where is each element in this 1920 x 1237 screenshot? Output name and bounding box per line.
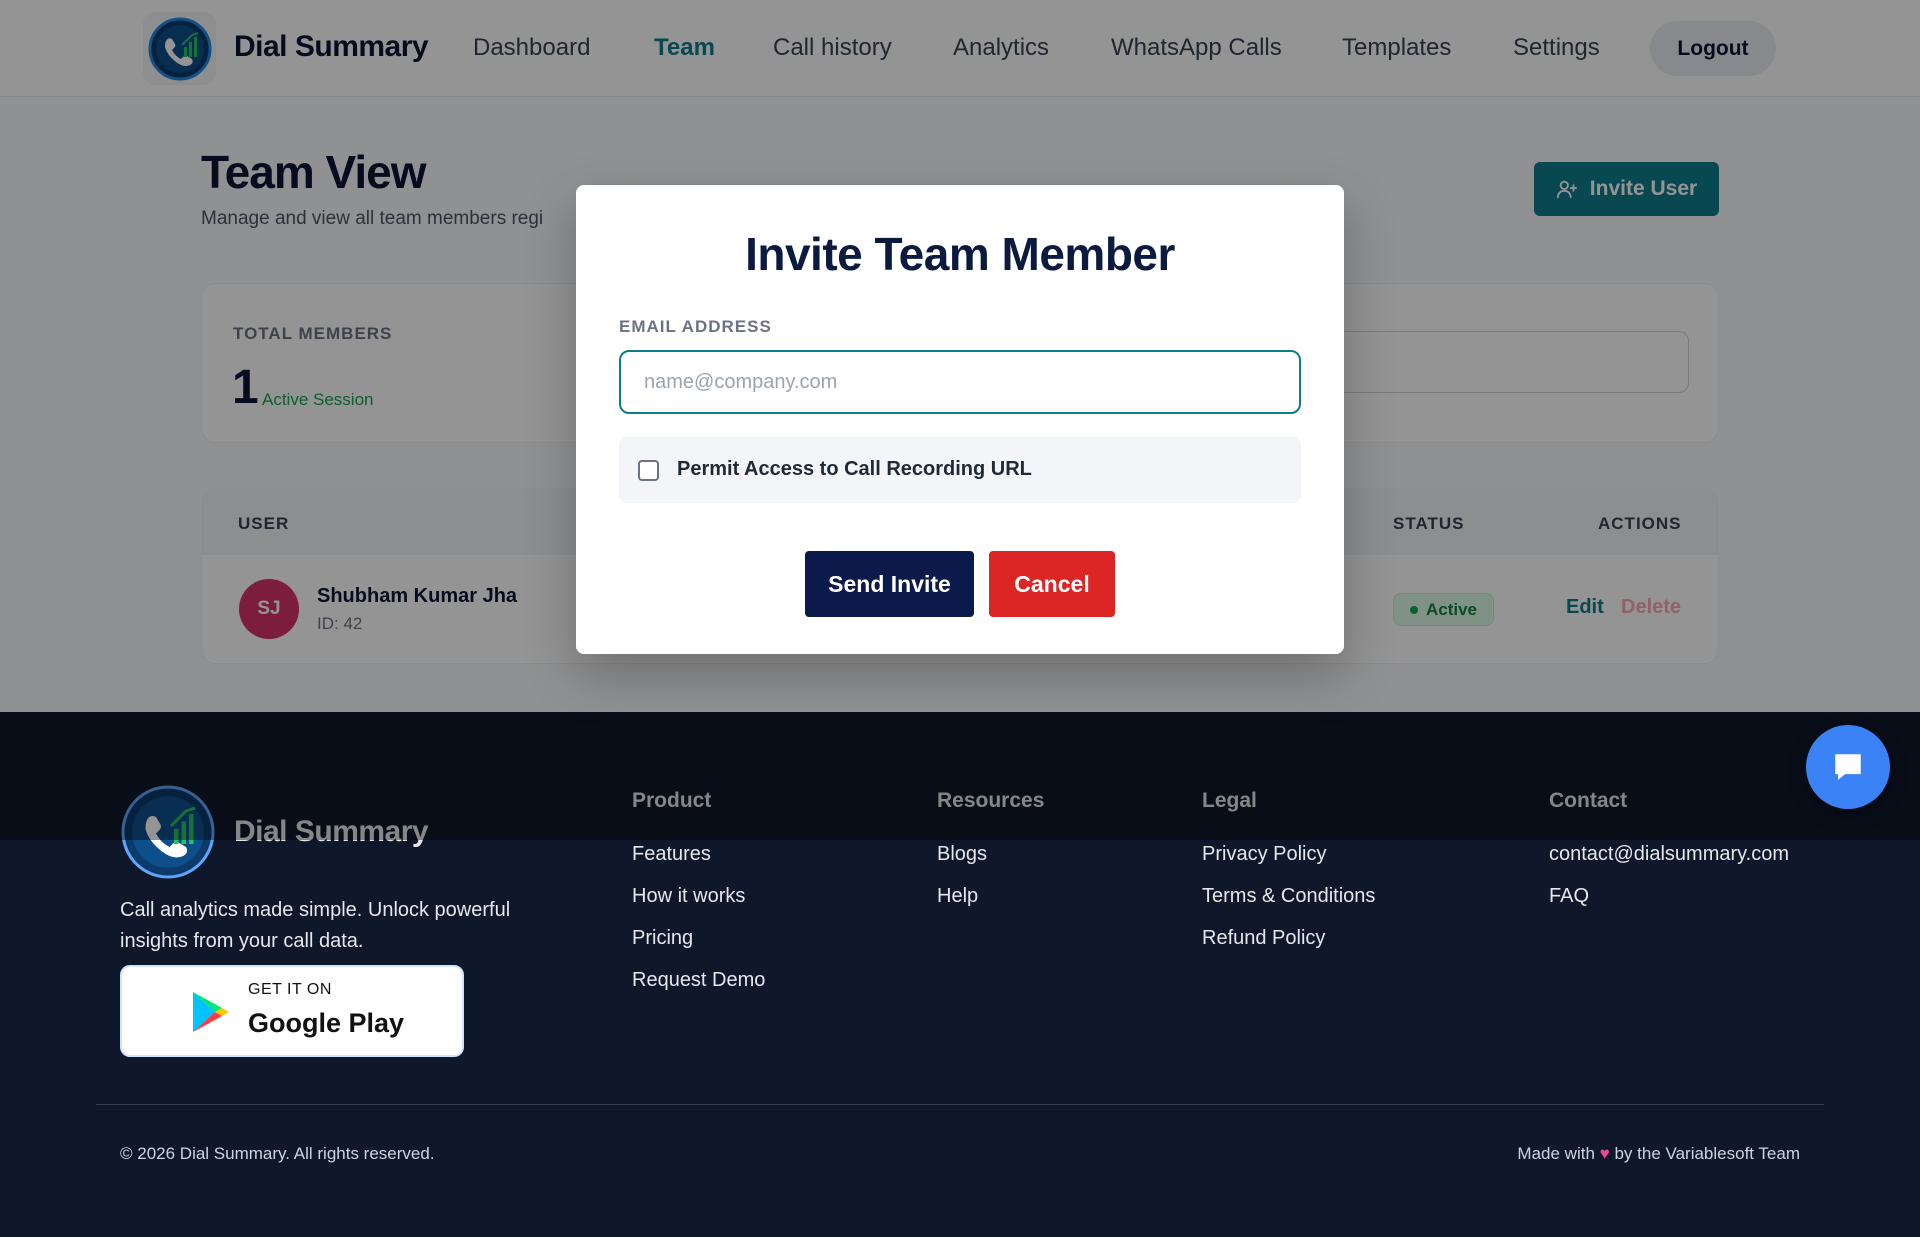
footer-link-help[interactable]: Help xyxy=(937,885,978,908)
made-with: Made with ♥ by the Variablesoft Team xyxy=(1517,1144,1800,1164)
chat-bubble-icon xyxy=(1835,754,1861,780)
heart-icon: ♥ xyxy=(1599,1144,1610,1163)
made-with-suffix: by the Variablesoft Team xyxy=(1614,1144,1800,1163)
footer-divider xyxy=(96,1104,1824,1105)
made-with-prefix: Made with xyxy=(1517,1144,1595,1163)
footer-link-blogs[interactable]: Blogs xyxy=(937,843,987,866)
footer-link-email[interactable]: contact@dialsummary.com xyxy=(1549,843,1789,866)
modal-title: Invite Team Member xyxy=(745,228,1175,280)
footer-link-pricing[interactable]: Pricing xyxy=(632,927,693,950)
permission-checkbox[interactable] xyxy=(638,460,659,481)
footer-link-privacy[interactable]: Privacy Policy xyxy=(1202,843,1326,866)
footer-link-request-demo[interactable]: Request Demo xyxy=(632,969,765,992)
send-invite-button[interactable]: Send Invite xyxy=(805,551,974,617)
footer-link-how-it-works[interactable]: How it works xyxy=(632,885,745,908)
google-play-icon xyxy=(193,992,229,1032)
copyright: © 2026 Dial Summary. All rights reserved… xyxy=(120,1144,435,1163)
footer-link-features[interactable]: Features xyxy=(632,843,711,866)
invite-modal: Invite Team Member EMAIL ADDRESS Permit … xyxy=(576,185,1344,654)
footer-link-terms[interactable]: Terms & Conditions xyxy=(1202,885,1375,908)
permission-label: Permit Access to Call Recording URL xyxy=(677,458,1032,480)
google-play-badge[interactable]: GET IT ON Google Play xyxy=(120,965,464,1057)
gplay-big-text: Google Play xyxy=(248,1008,405,1038)
cancel-button[interactable]: Cancel xyxy=(989,551,1115,617)
gplay-small-text: GET IT ON xyxy=(248,981,332,998)
permission-option[interactable]: Permit Access to Call Recording URL xyxy=(619,437,1301,503)
footer-link-refund[interactable]: Refund Policy xyxy=(1202,927,1325,950)
footer-tagline: Call analytics made simple. Unlock power… xyxy=(120,899,511,952)
footer-link-faq[interactable]: FAQ xyxy=(1549,885,1589,908)
email-field[interactable] xyxy=(619,350,1301,414)
email-label: EMAIL ADDRESS xyxy=(619,317,772,336)
chat-button[interactable] xyxy=(1806,725,1890,809)
